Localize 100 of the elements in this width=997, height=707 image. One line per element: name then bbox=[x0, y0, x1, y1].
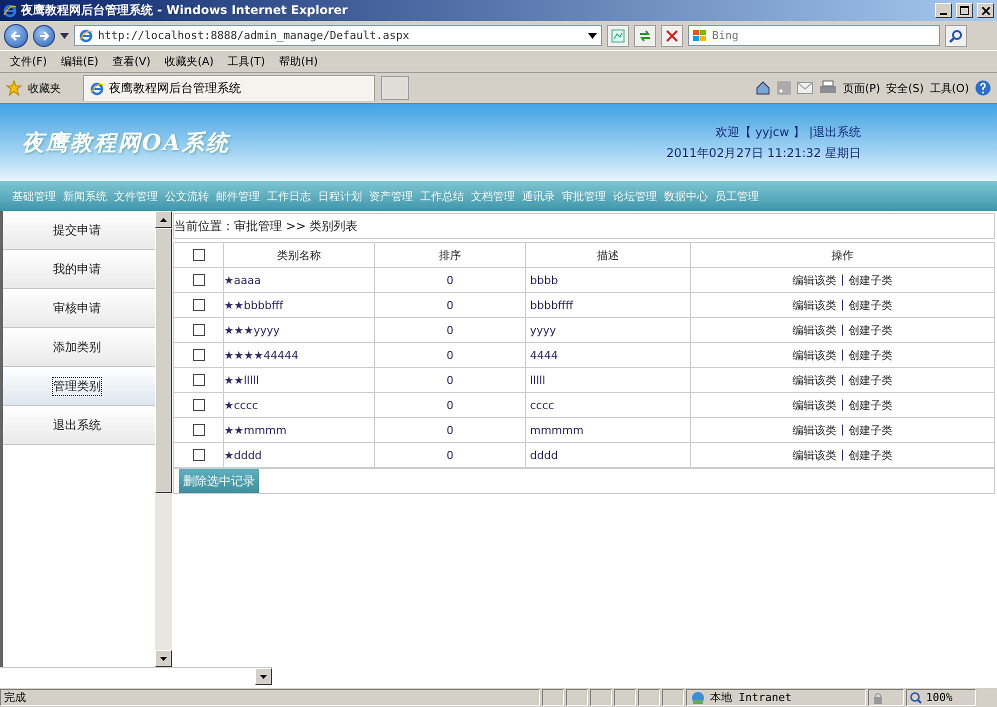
separator: | bbox=[840, 272, 844, 288]
site-logo: 夜鹰教程网OA系统 bbox=[22, 128, 230, 158]
table-cell: yyyy bbox=[526, 318, 690, 342]
table-cell: cccc bbox=[526, 392, 690, 418]
create-child-link[interactable]: 创建子类 bbox=[848, 348, 892, 362]
edit-link[interactable]: 编辑该类 bbox=[792, 448, 837, 462]
checkbox[interactable] bbox=[192, 399, 204, 412]
zoom-icon[interactable] bbox=[910, 692, 922, 704]
stop-icon bbox=[666, 30, 678, 42]
forward-arrow-icon bbox=[38, 30, 50, 42]
table-cell: 0 bbox=[374, 442, 526, 468]
window-title: 夜鹰教程网后台管理系统 - Windows Internet Explorer bbox=[21, 2, 349, 19]
menu-item[interactable]: 工具(T) bbox=[228, 54, 265, 69]
menu-item[interactable]: 查看(V) bbox=[112, 54, 151, 69]
category-name: ★★★★44444 bbox=[224, 348, 298, 362]
forward-button[interactable] bbox=[33, 24, 55, 46]
dropdown-arrow-icon[interactable] bbox=[60, 32, 69, 38]
zone-text: 本地 Intranet bbox=[710, 690, 792, 705]
checkbox[interactable] bbox=[192, 424, 204, 436]
browser-tab[interactable]: 夜鹰教程网后台管理系统 bbox=[83, 75, 375, 101]
printer-icon[interactable] bbox=[818, 80, 837, 96]
edit-link[interactable]: 编辑该类 bbox=[792, 398, 837, 412]
search-icon bbox=[949, 28, 963, 42]
menu-item[interactable]: 文件(F) bbox=[10, 54, 47, 69]
checkbox[interactable] bbox=[192, 449, 204, 462]
create-child-link[interactable]: 创建子类 bbox=[848, 272, 892, 288]
logout-link[interactable]: |退出系统 bbox=[808, 124, 861, 140]
compatibility-button[interactable] bbox=[607, 24, 629, 46]
separator: | bbox=[840, 448, 844, 462]
separator: | bbox=[840, 348, 844, 362]
menu-item[interactable]: 帮助(H) bbox=[279, 54, 318, 69]
checkbox[interactable] bbox=[192, 274, 204, 286]
scroll-up-icon[interactable] bbox=[160, 218, 167, 222]
column-header: 描述 bbox=[526, 242, 690, 268]
search-field[interactable]: Bing bbox=[688, 25, 940, 46]
category-name: ★★bbbbfff bbox=[224, 298, 284, 312]
back-arrow-icon bbox=[10, 30, 22, 42]
edit-link[interactable]: 编辑该类 bbox=[792, 348, 837, 362]
minimize-icon bbox=[940, 12, 947, 14]
create-child-link[interactable]: 创建子类 bbox=[848, 372, 892, 388]
scroll-down-icon[interactable] bbox=[160, 656, 167, 660]
welcome-text: 欢迎【 yyjcw 】 bbox=[715, 124, 805, 140]
breadcrumb: 当前位置：审批管理 >> 类别列表 bbox=[174, 218, 358, 234]
zoom-level[interactable]: 100% bbox=[926, 691, 952, 704]
edit-link[interactable]: 编辑该类 bbox=[792, 372, 837, 388]
network-icon bbox=[690, 690, 706, 704]
create-child-link[interactable]: 创建子类 bbox=[848, 322, 892, 338]
table-cell: lllll bbox=[526, 368, 690, 392]
close-button[interactable] bbox=[977, 3, 994, 18]
menu-item[interactable]: 编辑(E) bbox=[60, 54, 98, 69]
create-child-link[interactable]: 创建子类 bbox=[848, 398, 892, 412]
help-icon[interactable] bbox=[975, 80, 991, 96]
create-child-link[interactable]: 创建子类 bbox=[848, 422, 892, 438]
category-name: ★★★yyyy bbox=[224, 324, 280, 336]
separator: | bbox=[840, 298, 844, 312]
dropdown-arrow-icon[interactable] bbox=[260, 674, 267, 678]
close-icon bbox=[982, 6, 990, 14]
edit-link[interactable]: 编辑该类 bbox=[792, 272, 837, 288]
search-button[interactable] bbox=[945, 24, 967, 46]
refresh-button[interactable] bbox=[634, 24, 656, 46]
category-name: ★dddd bbox=[224, 448, 262, 462]
category-name: ★★mmmm bbox=[224, 424, 287, 436]
scrollbar[interactable] bbox=[155, 211, 172, 667]
table-cell: 0 bbox=[374, 318, 526, 342]
select-all-checkbox[interactable] bbox=[192, 249, 204, 262]
command-menu[interactable]: 页面(P) bbox=[842, 80, 880, 96]
back-button[interactable] bbox=[4, 24, 28, 48]
address-field[interactable]: http://localhost:8888/admin_manage/Default.aspx bbox=[74, 25, 602, 46]
status-pane bbox=[590, 689, 612, 706]
command-menu[interactable]: 工具(O) bbox=[930, 80, 969, 96]
home-icon[interactable] bbox=[754, 80, 771, 96]
status-pane bbox=[614, 689, 636, 706]
maximize-button[interactable] bbox=[956, 3, 973, 18]
table-cell: 0 bbox=[374, 392, 526, 418]
create-child-link[interactable]: 创建子类 bbox=[848, 298, 892, 312]
command-menu[interactable]: 安全(S) bbox=[886, 80, 924, 96]
create-child-link[interactable]: 创建子类 bbox=[848, 448, 892, 462]
edit-link[interactable]: 编辑该类 bbox=[792, 322, 837, 338]
table-cell: mmmmm bbox=[526, 418, 690, 442]
browser-logo-icon bbox=[3, 4, 17, 18]
table-cell: 0 bbox=[374, 368, 526, 392]
edit-link[interactable]: 编辑该类 bbox=[792, 422, 837, 438]
table-cell: bbbb bbox=[526, 268, 690, 292]
favorites-button[interactable]: 收藏夹 bbox=[28, 80, 61, 96]
dropdown-arrow-icon[interactable] bbox=[588, 32, 597, 38]
page-icon bbox=[611, 28, 625, 42]
checkbox[interactable] bbox=[192, 324, 204, 336]
checkbox[interactable] bbox=[192, 349, 204, 362]
minimize-button[interactable] bbox=[935, 3, 952, 18]
menu-item[interactable]: 收藏夹(A) bbox=[164, 54, 214, 69]
table-cell: 0 bbox=[374, 342, 526, 368]
flag-icon bbox=[693, 30, 707, 42]
checkbox[interactable] bbox=[192, 374, 204, 386]
stop-button[interactable] bbox=[661, 24, 683, 46]
separator: | bbox=[840, 422, 844, 438]
edit-link[interactable]: 编辑该类 bbox=[792, 298, 837, 312]
status-pane bbox=[566, 689, 588, 706]
checkbox[interactable] bbox=[192, 299, 204, 312]
column-header: 排序 bbox=[374, 242, 526, 268]
horizontal-scrollbar[interactable] bbox=[0, 667, 272, 687]
